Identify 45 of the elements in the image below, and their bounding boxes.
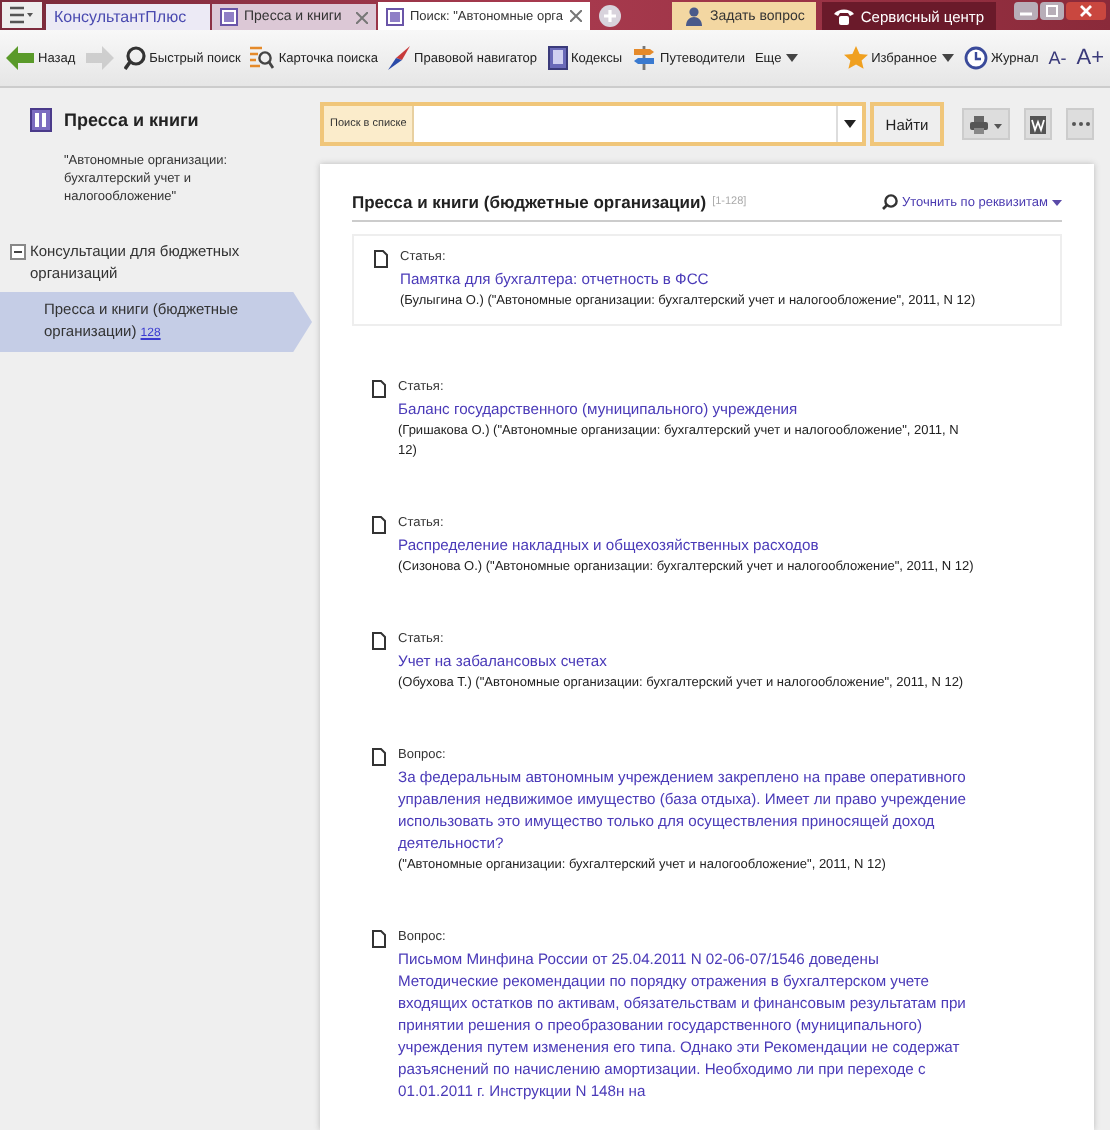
sidebar-title: Пресса и книги (64, 110, 199, 130)
collapse-icon[interactable] (10, 244, 26, 260)
book-icon (547, 46, 567, 70)
compass-needle-icon (388, 46, 411, 70)
document-icon (374, 250, 388, 268)
print-button[interactable] (962, 108, 1011, 140)
clock-icon (963, 46, 988, 70)
list-title: Пресса и книги (бюджетные организации) (352, 192, 707, 212)
font-smaller-button[interactable]: A- (1048, 48, 1067, 68)
caret-icon (843, 120, 856, 128)
caret-icon (941, 54, 954, 62)
document-icon (372, 930, 386, 948)
search-icon (882, 194, 899, 210)
word-export-button[interactable] (1024, 108, 1053, 140)
menu-button[interactable] (2, 2, 42, 28)
person-icon (684, 6, 705, 26)
close-icon[interactable] (1066, 2, 1106, 20)
caret-icon (785, 54, 798, 62)
close-icon[interactable] (356, 11, 368, 23)
search-card-icon (250, 46, 275, 70)
document-icon (372, 380, 386, 398)
star-icon (843, 46, 868, 70)
back-arrow-icon (6, 46, 34, 70)
books-icon (30, 108, 52, 132)
document-icon (220, 8, 238, 26)
add-icon[interactable] (597, 4, 622, 28)
minimize-icon[interactable] (1014, 2, 1038, 20)
font-larger-button[interactable]: A+ (1076, 46, 1104, 70)
printer-icon (970, 115, 1003, 133)
document-icon (372, 516, 386, 534)
tab[interactable]: КонсультантПлюс (46, 4, 210, 30)
tab-label: КонсультантПлюс (54, 8, 187, 26)
forward-arrow-icon (85, 46, 114, 70)
document-icon (372, 632, 386, 650)
document-icon (386, 7, 404, 25)
document-w-icon (1030, 115, 1047, 133)
document-icon (372, 748, 386, 766)
phone-icon (834, 7, 855, 25)
search-icon (123, 46, 146, 70)
maximize-icon[interactable] (1040, 2, 1064, 20)
close-icon[interactable] (569, 10, 582, 22)
caret-icon (1052, 199, 1062, 205)
signpost-icon (632, 46, 657, 70)
dropdown-button[interactable] (835, 106, 862, 142)
more-button[interactable] (1066, 108, 1095, 140)
